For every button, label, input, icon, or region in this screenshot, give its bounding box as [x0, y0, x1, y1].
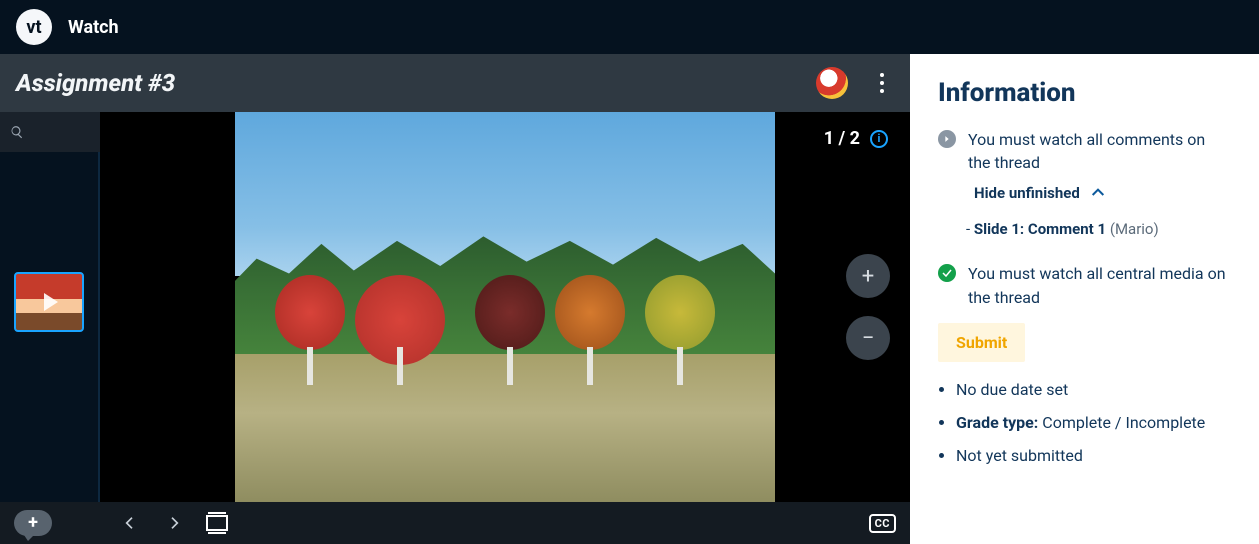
filmstrip-icon[interactable] — [206, 515, 228, 531]
grade-type-label: Grade type: — [956, 413, 1038, 432]
slide-nav — [122, 515, 182, 531]
left-column: Assignment #3 — [0, 54, 910, 544]
cc-toggle[interactable]: CC — [869, 514, 896, 533]
assignment-title: Assignment #3 — [16, 69, 816, 97]
check-circle-icon — [938, 264, 956, 282]
requirement-media: You must watch all central media on the … — [938, 262, 1231, 308]
zoom-controls: + − — [846, 254, 890, 360]
unfinished-item[interactable]: - Slide 1: Comment 1 (Mario) — [966, 220, 1231, 238]
hide-unfinished-toggle[interactable]: Hide unfinished — [974, 184, 1231, 202]
grade-type-value: Complete / Incomplete — [1038, 413, 1205, 432]
comment-thumbnail[interactable] — [14, 272, 84, 332]
info-due-date: No due date set — [956, 380, 1231, 399]
requirement-media-text: You must watch all central media on the … — [968, 262, 1231, 308]
search-icon — [10, 125, 24, 139]
prev-slide-button[interactable] — [122, 515, 138, 531]
info-heading: Information — [938, 78, 1231, 108]
stage-row: 1 / 2 i + − — [0, 112, 910, 502]
unfinished-prefix: - — [966, 220, 974, 238]
bottom-bar: + CC — [0, 502, 910, 544]
info-list: No due date set Grade type: Complete / I… — [938, 380, 1231, 465]
unfinished-title: Slide 1: Comment 1 — [974, 220, 1106, 238]
page-indicator: 1 / 2 i — [824, 128, 888, 149]
search-comments-button[interactable] — [0, 112, 100, 152]
hide-unfinished-label: Hide unfinished — [974, 184, 1080, 202]
page-count: 1 / 2 — [824, 128, 860, 149]
info-icon[interactable]: i — [870, 130, 888, 148]
play-icon — [44, 293, 58, 311]
sub-header: Assignment #3 — [0, 54, 910, 112]
info-grade-type: Grade type: Complete / Incomplete — [956, 413, 1231, 432]
media-stage[interactable]: 1 / 2 i + − — [100, 112, 910, 502]
more-menu-icon[interactable] — [870, 71, 894, 95]
submit-button[interactable]: Submit — [938, 323, 1025, 362]
comment-strip — [0, 112, 100, 502]
next-slide-button[interactable] — [166, 515, 182, 531]
add-comment-button[interactable]: + — [14, 510, 52, 536]
plus-icon: + — [28, 514, 38, 532]
requirement-comments: You must watch all comments on the threa… — [938, 128, 1231, 174]
unfinished-author: (Mario) — [1110, 220, 1159, 238]
user-avatar[interactable] — [816, 67, 848, 99]
slide-image — [235, 112, 775, 502]
app-title: Watch — [68, 17, 119, 38]
zoom-out-button[interactable]: − — [846, 316, 890, 360]
app-logo[interactable]: vt — [16, 9, 52, 45]
top-bar: vt Watch — [0, 0, 1259, 54]
chevron-up-icon — [1090, 185, 1106, 201]
zoom-in-button[interactable]: + — [846, 254, 890, 298]
requirement-comments-text: You must watch all comments on the threa… — [968, 128, 1231, 174]
info-submission-status: Not yet submitted — [956, 446, 1231, 465]
arrow-right-circle-icon — [938, 130, 956, 148]
info-panel: Information You must watch all comments … — [910, 54, 1259, 544]
